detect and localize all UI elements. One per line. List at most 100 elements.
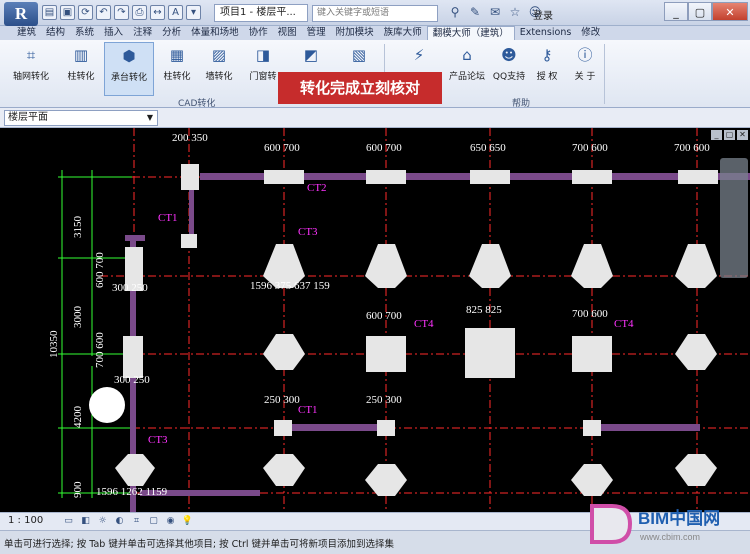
key-icon: ⚷ — [541, 46, 553, 64]
temporary-hide-icon[interactable]: ◉ — [164, 515, 177, 528]
ribbon-tab[interactable]: Extensions — [515, 26, 577, 40]
pile-cap-convert-button[interactable]: ⬢ 承台转化 — [104, 42, 154, 96]
wall-icon: ▨ — [211, 46, 227, 64]
axis-grid-icon: ⌗ — [26, 46, 36, 64]
ribbon-tab[interactable]: 体量和场地 — [186, 26, 244, 40]
application-menu-button[interactable]: R — [4, 2, 38, 26]
maximize-button[interactable]: ▢ — [688, 2, 712, 21]
visual-style-icon[interactable]: ◧ — [79, 515, 92, 528]
ribbon-tab[interactable]: 族库大师 — [379, 26, 427, 40]
grid-convert-button[interactable]: ⌗ 轴网转化 — [8, 42, 54, 96]
info-icon: ⓘ — [577, 46, 593, 64]
text-icon[interactable]: A — [168, 5, 183, 20]
ribbon-tab[interactable]: 修改 — [576, 26, 605, 40]
drawing-canvas[interactable]: 200 350 600 700 600 700 650 650 700 600 700 6… — [0, 128, 750, 512]
ribbon-tab[interactable]: 建筑 — [12, 26, 41, 40]
dimension-label: 600 700 — [264, 142, 300, 154]
sun-path-icon[interactable]: ☼ — [96, 515, 109, 528]
bim-china-watermark: BIM中国网 www.cbim.com — [590, 504, 720, 544]
dimension-label: CT1 — [158, 212, 178, 224]
dimension-label: CT4 — [614, 318, 634, 330]
infocenter-icons: ⚲ ✎ ✉ ☆ ☺ — [448, 5, 542, 20]
dimension-label: CT3 — [298, 226, 318, 238]
beam-strips — [125, 173, 750, 512]
floor-icon: ▧ — [351, 46, 367, 64]
wall-convert-button[interactable]: ▨ 墙转化 — [196, 42, 242, 96]
dimension-label: 600 700 — [366, 310, 402, 322]
ribbon-tab[interactable]: 插入 — [99, 26, 128, 40]
view-minimize-icon[interactable]: _ — [711, 130, 722, 140]
view-close-icon[interactable]: ✕ — [737, 130, 748, 140]
document-title-tab[interactable]: 项目1 - 楼层平... — [214, 4, 308, 22]
dimension-label: 10350 — [48, 330, 60, 359]
watermark-url: www.cbim.com — [639, 532, 700, 542]
measure-icon[interactable]: ↔ — [150, 5, 165, 20]
print-icon[interactable]: ⎙ — [132, 5, 147, 20]
panel-separator — [604, 44, 605, 104]
ribbon-tab[interactable]: 管理 — [302, 26, 331, 40]
sync-icon[interactable]: ⟳ — [78, 5, 93, 20]
minimize-button[interactable]: _ — [664, 2, 688, 21]
reveal-hidden-icon[interactable]: 💡 — [181, 515, 194, 528]
ribbon-tab[interactable]: 附加模块 — [331, 26, 379, 40]
dimension-label: 4200 — [72, 406, 84, 428]
dimension-label: 825 825 — [466, 304, 502, 316]
column-icon: ▥ — [73, 46, 89, 64]
ribbon-tab[interactable]: 翻模大师（建筑） — [426, 26, 515, 40]
login-link[interactable]: 登录 — [533, 7, 553, 22]
detail-level-icon[interactable]: ▭ — [62, 515, 75, 528]
dimension-label: 700 600 — [94, 332, 106, 368]
dimension-label: 650 650 — [470, 142, 506, 154]
ribbon-tab[interactable]: 系统 — [70, 26, 99, 40]
dimension-label: CT2 — [307, 182, 327, 194]
view-window-controls: _ ▢ ✕ — [711, 130, 748, 140]
beam-icon: ◩ — [303, 46, 319, 64]
watermark-brand: BIM中国网 — [638, 508, 720, 528]
view-properties-bar: 楼层平面 ▼ — [0, 108, 750, 128]
status-message: 单击可进行选择; 按 Tab 键并单击可选择其他项目; 按 Ctrl 键并单击可… — [4, 539, 395, 550]
lightning-icon: ⚡ — [413, 46, 425, 64]
subscription-icon[interactable]: ✎ — [468, 5, 482, 20]
favorites-icon[interactable]: ☆ — [508, 5, 522, 20]
customize-qat-icon[interactable]: ▾ — [186, 5, 201, 20]
dimension-label: CT4 — [414, 318, 434, 330]
dimension-label: 300 250 — [112, 282, 148, 294]
window-controls: _ ▢ ✕ — [664, 2, 748, 21]
communication-icon[interactable]: ✉ — [488, 5, 502, 20]
view-restore-icon[interactable]: ▢ — [724, 130, 735, 140]
redo-icon[interactable]: ↷ — [114, 5, 129, 20]
close-button[interactable]: ✕ — [712, 2, 748, 21]
dimension-label: 1596 375 637 159 — [250, 280, 330, 292]
column-blocks — [123, 164, 718, 436]
ribbon-tab[interactable]: 结构 — [41, 26, 70, 40]
dimension-label: CT3 — [148, 434, 168, 446]
door-window-icon: ◨ — [255, 46, 271, 64]
search-input[interactable]: 键入关键字或短语 — [312, 5, 438, 22]
watermark-logo-icon — [590, 504, 633, 544]
binoculars-icon[interactable]: ⚲ — [448, 5, 462, 20]
ribbon-tab[interactable]: 注释 — [128, 26, 157, 40]
ribbon-tab[interactable]: 协作 — [244, 26, 273, 40]
save-icon[interactable]: ▣ — [60, 5, 75, 20]
dimension-label: 1596 1262 1159 — [96, 486, 168, 498]
open-icon[interactable]: ▤ — [42, 5, 57, 20]
dimension-label: CT1 — [298, 404, 318, 416]
column-icon: ▦ — [169, 46, 185, 64]
shadows-icon[interactable]: ◐ — [113, 515, 126, 528]
dimension-label: 300 250 — [114, 374, 150, 386]
ribbon-tab[interactable]: 分析 — [157, 26, 186, 40]
crop-view-icon[interactable]: ⌗ — [130, 515, 143, 528]
column-convert-button[interactable]: ▥ 柱转化 — [58, 42, 104, 96]
about-button[interactable]: ⓘ 关 于 — [562, 42, 608, 96]
view-scale[interactable]: 1 : 100 — [8, 515, 43, 526]
undo-icon[interactable]: ↶ — [96, 5, 111, 20]
column-convert-button-2[interactable]: ▦ 柱转化 — [154, 42, 200, 96]
forum-button[interactable]: ⌂ 产品论坛 — [444, 42, 490, 96]
dimension-label: 250 300 — [264, 394, 300, 406]
dimension-label: 600 700 — [366, 142, 402, 154]
show-crop-icon[interactable]: ▢ — [147, 515, 160, 528]
view-type-select[interactable]: 楼层平面 ▼ — [4, 110, 158, 126]
ribbon-tab[interactable]: 视图 — [273, 26, 302, 40]
navigation-bar[interactable] — [720, 158, 748, 278]
dimension-label: 900 — [72, 481, 84, 499]
